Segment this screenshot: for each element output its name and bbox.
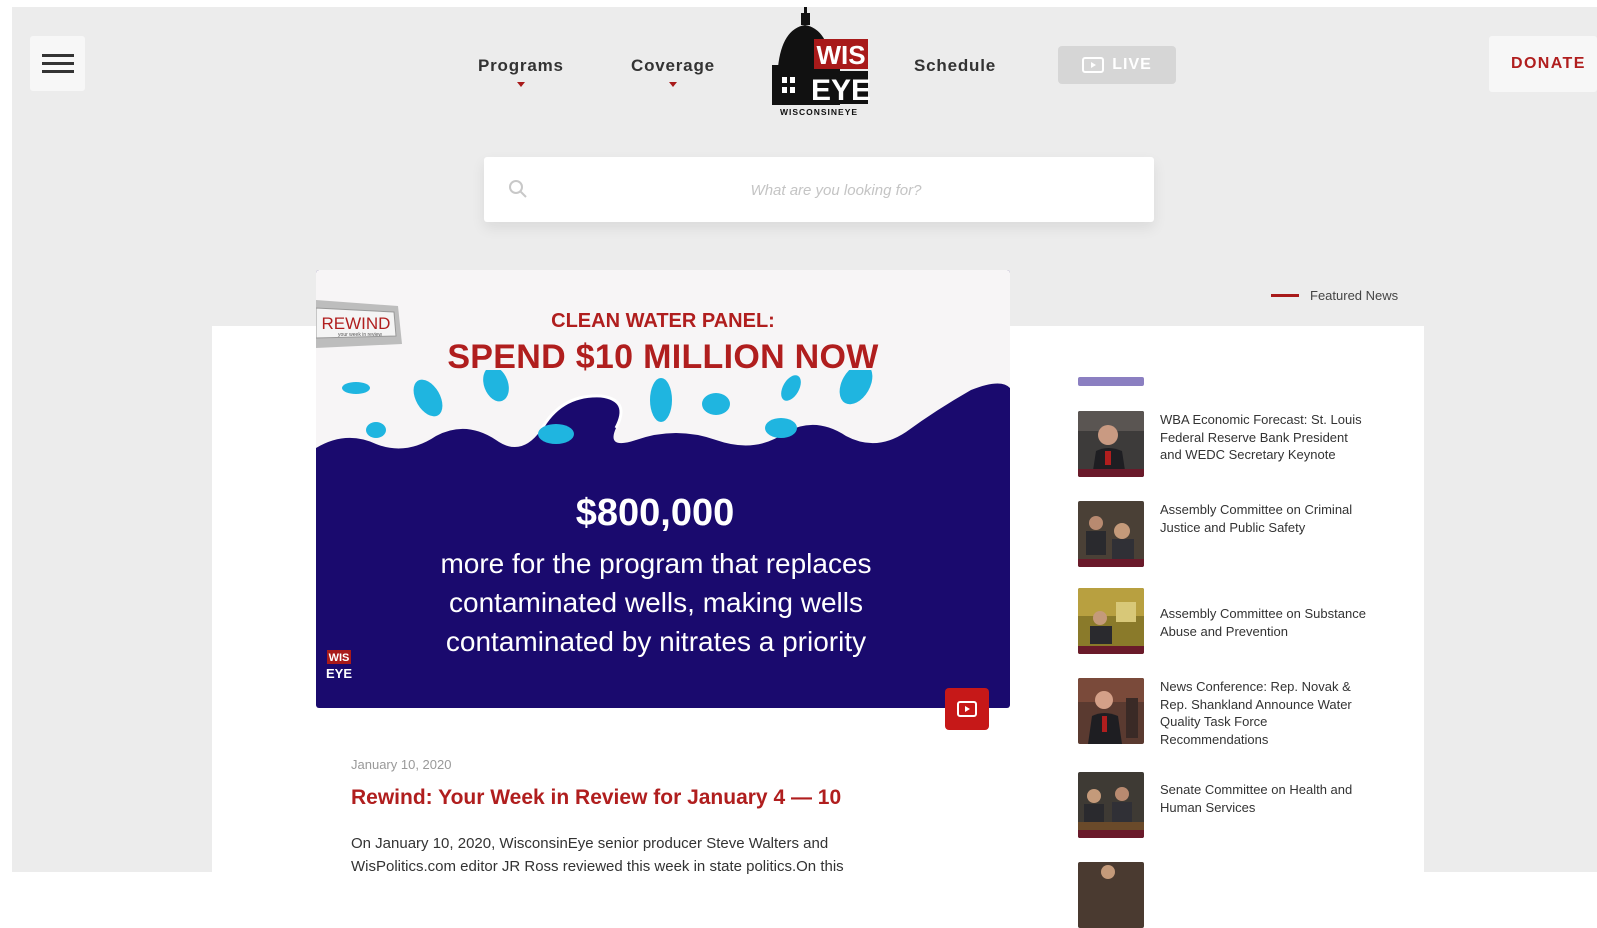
nav-programs[interactable]: Programs xyxy=(478,56,564,87)
hero-video-thumbnail[interactable]: REWIND your week in review CLEAN WATER P… xyxy=(316,270,1010,708)
search-input[interactable] xyxy=(544,157,1128,224)
play-video-button[interactable] xyxy=(945,688,989,730)
news-item-title: WBA Economic Forecast: St. Louis Federal… xyxy=(1160,412,1362,462)
search-box[interactable] xyxy=(484,157,1154,224)
donate-button[interactable]: DONATE xyxy=(1489,36,1597,92)
news-thumbnail[interactable] xyxy=(1078,588,1144,654)
nav-schedule[interactable]: Schedule xyxy=(914,56,996,76)
svg-text:EYE: EYE xyxy=(811,74,871,107)
hamburger-menu-button[interactable] xyxy=(30,36,85,91)
live-button[interactable]: LIVE xyxy=(1058,46,1176,84)
hero-description: more for the program that replaces conta… xyxy=(440,548,872,657)
hero-amount: $800,000 xyxy=(575,492,735,534)
news-item-title: News Conference: Rep. Novak & Rep. Shank… xyxy=(1160,679,1352,747)
news-item-title: Assembly Committee on Criminal Justice a… xyxy=(1160,502,1353,535)
svg-text:WIS: WIS xyxy=(329,652,350,664)
news-thumbnail[interactable] xyxy=(1078,772,1144,838)
accent-bar xyxy=(1271,294,1299,297)
nav-coverage[interactable]: Coverage xyxy=(631,56,715,87)
news-item-title: Assembly Committee on Substance Abuse an… xyxy=(1160,606,1366,639)
svg-text:WIS: WIS xyxy=(816,40,865,70)
caret-down-icon xyxy=(516,82,525,87)
water-splash-graphic xyxy=(316,370,1010,500)
play-icon xyxy=(957,701,977,717)
wiseye-logo[interactable]: WIS EYE WISCONSINEYE xyxy=(768,7,871,119)
news-item-title: Senate Committee on Health and Human Ser… xyxy=(1160,782,1353,815)
svg-text:EYE: EYE xyxy=(326,666,352,681)
news-thumbnail[interactable] xyxy=(1078,501,1144,567)
news-thumbnail-partial[interactable] xyxy=(1078,377,1144,386)
hamburger-icon xyxy=(41,54,74,57)
post-excerpt: On January 10, 2020, WisconsinEye senior… xyxy=(351,835,844,875)
caret-down-icon xyxy=(668,82,677,87)
post-date: January 10, 2020 xyxy=(351,757,452,772)
featured-news-label: Featured News xyxy=(1271,288,1398,303)
post-title-link[interactable]: Rewind: Your Week in Review for January … xyxy=(351,786,841,810)
wiseye-watermark: WIS EYE xyxy=(326,650,352,681)
news-thumbnail[interactable] xyxy=(1078,411,1144,477)
hero-title: SPEND $10 MILLION NOW xyxy=(447,338,879,376)
news-thumbnail[interactable] xyxy=(1078,678,1144,744)
search-icon xyxy=(509,180,527,198)
svg-text:WISCONSINEYE: WISCONSINEYE xyxy=(780,107,858,117)
hero-subtitle: CLEAN WATER PANEL: xyxy=(551,310,775,332)
tv-icon xyxy=(1082,57,1105,73)
